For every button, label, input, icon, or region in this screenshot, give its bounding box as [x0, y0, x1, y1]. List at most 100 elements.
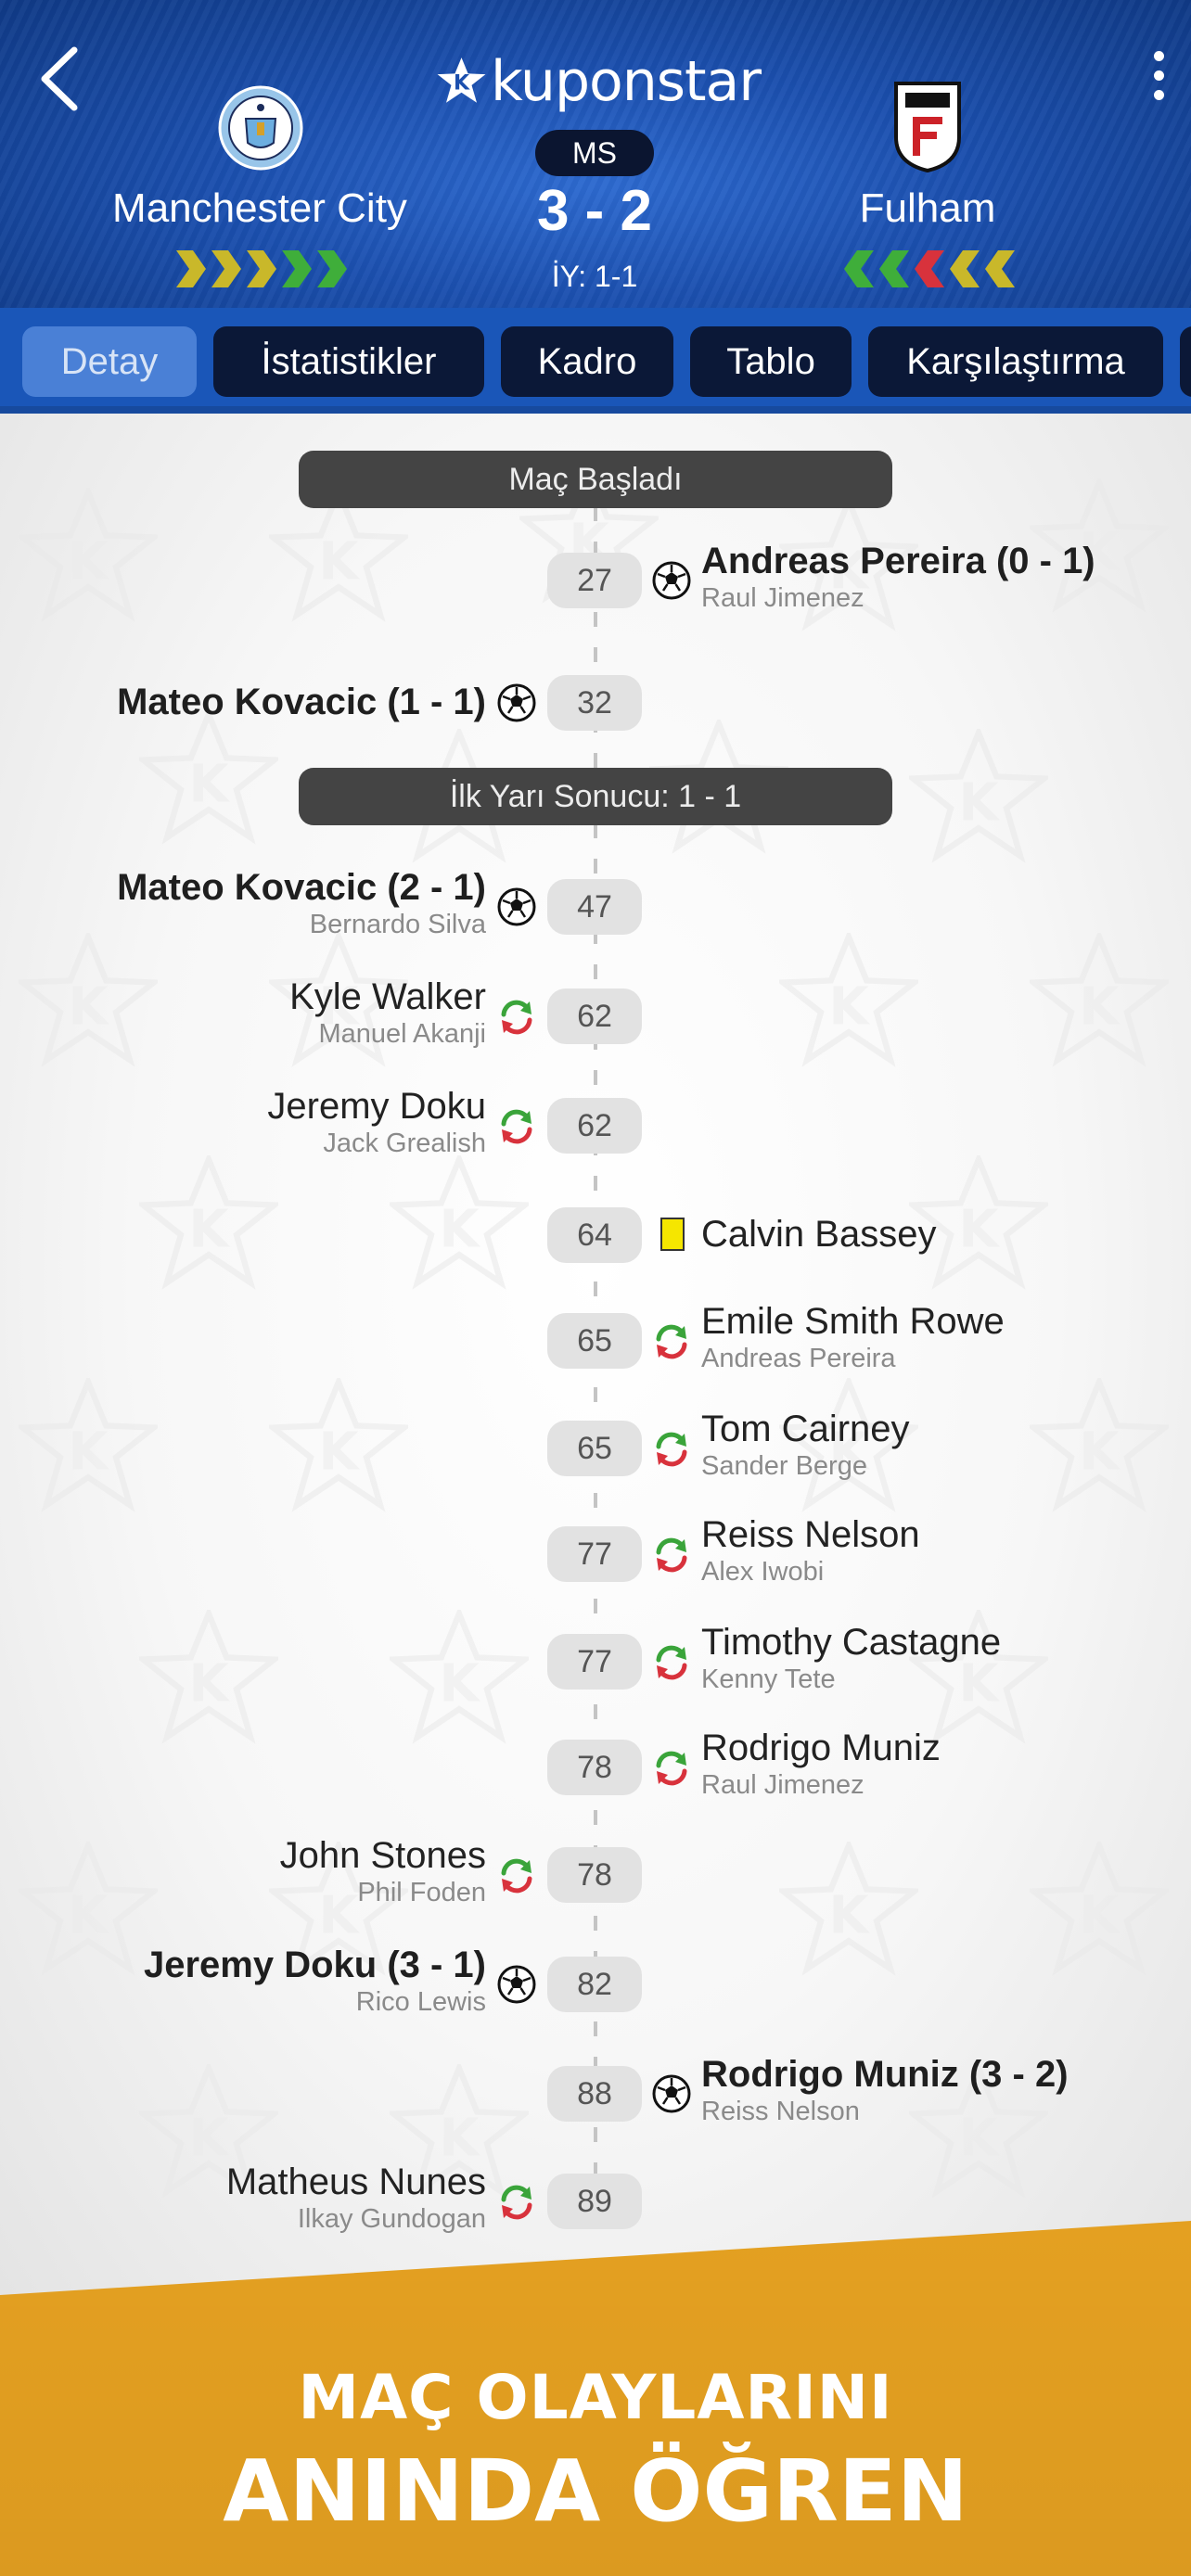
event-player-name: Kyle Walker — [289, 976, 486, 1017]
event-secondary-player: Reiss Nelson — [701, 2097, 860, 2126]
svg-text:K: K — [68, 1886, 109, 1946]
event-player-name: Timothy Castagne — [701, 1622, 1002, 1663]
event-player-block[interactable]: Mateo Kovacic (2 - 1) Bernardo Silva — [117, 866, 486, 940]
event-player-name: Rodrigo Muniz — [701, 1728, 941, 1768]
watermark-star-icon: K — [139, 1155, 278, 1290]
event-secondary-player: Rico Lewis — [355, 1987, 486, 2017]
form-chevron-right-icon — [282, 250, 312, 287]
goal-ball-icon — [496, 886, 537, 927]
svg-text:K: K — [439, 1654, 480, 1715]
watermark-star-icon: K — [390, 1155, 529, 1290]
event-player-block[interactable]: Mateo Kovacic (1 - 1) — [117, 681, 486, 723]
watermark-star-icon: K — [1030, 1378, 1169, 1512]
watermark-star-icon: K — [19, 933, 158, 1067]
event-secondary-player: Ilkay Gundogan — [297, 2204, 486, 2234]
tab-kadro[interactable]: Kadro — [501, 326, 673, 397]
event-minute-badge: 62 — [547, 988, 642, 1044]
event-minute-badge: 78 — [547, 1847, 642, 1903]
event-player-block[interactable]: Matheus Nunes Ilkay Gundogan — [226, 2161, 486, 2235]
svg-text:K: K — [1079, 1886, 1121, 1946]
event-minute-badge: 77 — [547, 1526, 642, 1582]
event-player-block[interactable]: Rodrigo Muniz Raul Jimenez — [701, 1727, 941, 1801]
watermark-star-icon: K — [1030, 1842, 1169, 1976]
event-player-block[interactable]: Tom Cairney Sander Berge — [701, 1408, 910, 1482]
watermark-star-icon: K — [909, 729, 1048, 863]
tab-istatistikler[interactable]: İstatistikler — [213, 326, 484, 397]
watermark-star-icon: K — [19, 488, 158, 622]
match-score: 3 - 2 — [536, 179, 653, 243]
home-team-form — [174, 249, 351, 289]
match-status-badge: MS — [535, 130, 654, 176]
event-minute-badge: 47 — [547, 879, 642, 935]
tab-overflow[interactable] — [1180, 326, 1191, 397]
match-events-timeline[interactable]: KKKKKKKKKKKKKKKKKKKKKKKKKKKKKK Maç Başla… — [0, 414, 1191, 2296]
goal-ball-icon — [496, 1964, 537, 2005]
event-player-block[interactable]: Timothy Castagne Kenny Tete — [701, 1621, 1001, 1695]
form-chevron-right-icon — [211, 250, 241, 287]
match-header: K kuponstar Manchester City Fulham MS 3 … — [0, 0, 1191, 308]
tab-karsilastirma[interactable]: Karşılaştırma — [868, 326, 1163, 397]
event-minute-badge: 62 — [547, 1098, 642, 1154]
substitution-icon — [496, 2181, 537, 2222]
tab-detay[interactable]: Detay — [22, 326, 197, 397]
event-minute-badge: 78 — [547, 1740, 642, 1795]
banner-headline-2: ANINDA ÖĞREN — [223, 2442, 968, 2541]
match-tabs: Detay İstatistikler Kadro Tablo Karşılaş… — [0, 308, 1191, 414]
event-player-block[interactable]: Andreas Pereira (0 - 1) Raul Jimenez — [701, 540, 1095, 614]
event-player-block[interactable]: Jeremy Doku (3 - 1) Rico Lewis — [144, 1944, 486, 2018]
event-secondary-player: Andreas Pereira — [701, 1344, 896, 1373]
event-player-block[interactable]: Calvin Bassey — [701, 1213, 936, 1256]
event-player-block[interactable]: Jeremy Doku Jack Grealish — [267, 1085, 486, 1159]
event-player-block[interactable]: Reiss Nelson Alex Iwobi — [701, 1513, 920, 1588]
yellow-card-icon — [651, 1215, 692, 1256]
event-player-name: Jeremy Doku — [267, 1086, 486, 1127]
form-chevron-right-icon — [247, 250, 276, 287]
more-options-button[interactable] — [1145, 51, 1172, 116]
event-player-block[interactable]: Emile Smith Rowe Andreas Pereira — [701, 1300, 1005, 1374]
form-chevron-left-icon — [844, 250, 874, 287]
svg-text:K: K — [68, 1422, 109, 1483]
event-minute-badge: 64 — [547, 1207, 642, 1263]
substitution-icon — [496, 1105, 537, 1146]
form-chevron-left-icon — [879, 250, 909, 287]
watermark-star-icon: K — [19, 1378, 158, 1512]
form-chevron-right-icon — [317, 250, 347, 287]
watermark-star-icon: K — [269, 1378, 408, 1512]
tab-tablo[interactable]: Tablo — [690, 326, 852, 397]
substitution-icon — [496, 1855, 537, 1895]
event-secondary-player: Alex Iwobi — [701, 1557, 825, 1587]
svg-text:K: K — [454, 72, 470, 96]
kuponstar-star-icon: K — [437, 57, 486, 103]
marker-match-started: Maç Başladı — [299, 451, 892, 508]
event-player-block[interactable]: John Stones Phil Foden — [280, 1834, 486, 1908]
form-chevron-right-icon — [176, 250, 206, 287]
svg-text:K: K — [188, 755, 230, 815]
event-player-block[interactable]: Kyle Walker Manuel Akanji — [289, 976, 486, 1050]
event-player-name: John Stones — [279, 1835, 486, 1876]
back-button[interactable] — [28, 37, 93, 121]
event-player-block[interactable]: Rodrigo Muniz (3 - 2) Reiss Nelson — [701, 2053, 1069, 2127]
svg-text:K: K — [188, 1200, 230, 1260]
watermark-star-icon: K — [139, 710, 278, 845]
event-player-name: Emile Smith Rowe — [701, 1301, 1005, 1342]
event-secondary-player: Kenny Tete — [701, 1664, 836, 1694]
event-player-name: Mateo Kovacic (1 - 1) — [117, 682, 486, 722]
svg-text:K: K — [188, 1654, 230, 1715]
watermark-star-icon: K — [779, 1842, 918, 1976]
home-team-name[interactable]: Manchester City — [93, 185, 427, 232]
halftime-score: İY: 1-1 — [551, 260, 638, 293]
event-minute-badge: 82 — [547, 1957, 642, 2012]
form-chevron-left-icon — [915, 250, 944, 287]
event-secondary-player: Bernardo Silva — [309, 910, 486, 939]
watermark-star-icon: K — [19, 1842, 158, 1976]
substitution-icon — [651, 1641, 692, 1682]
svg-text:K: K — [318, 1422, 360, 1483]
event-secondary-player: Manuel Akanji — [318, 1019, 486, 1049]
event-secondary-player: Phil Foden — [357, 1878, 486, 1907]
goal-ball-icon — [651, 2073, 692, 2114]
event-player-name: Matheus Nunes — [225, 2162, 486, 2202]
event-secondary-player: Jack Grealish — [323, 1129, 486, 1158]
svg-text:K: K — [1079, 977, 1121, 1038]
substitution-icon — [496, 996, 537, 1037]
away-team-name[interactable]: Fulham — [798, 185, 1057, 232]
